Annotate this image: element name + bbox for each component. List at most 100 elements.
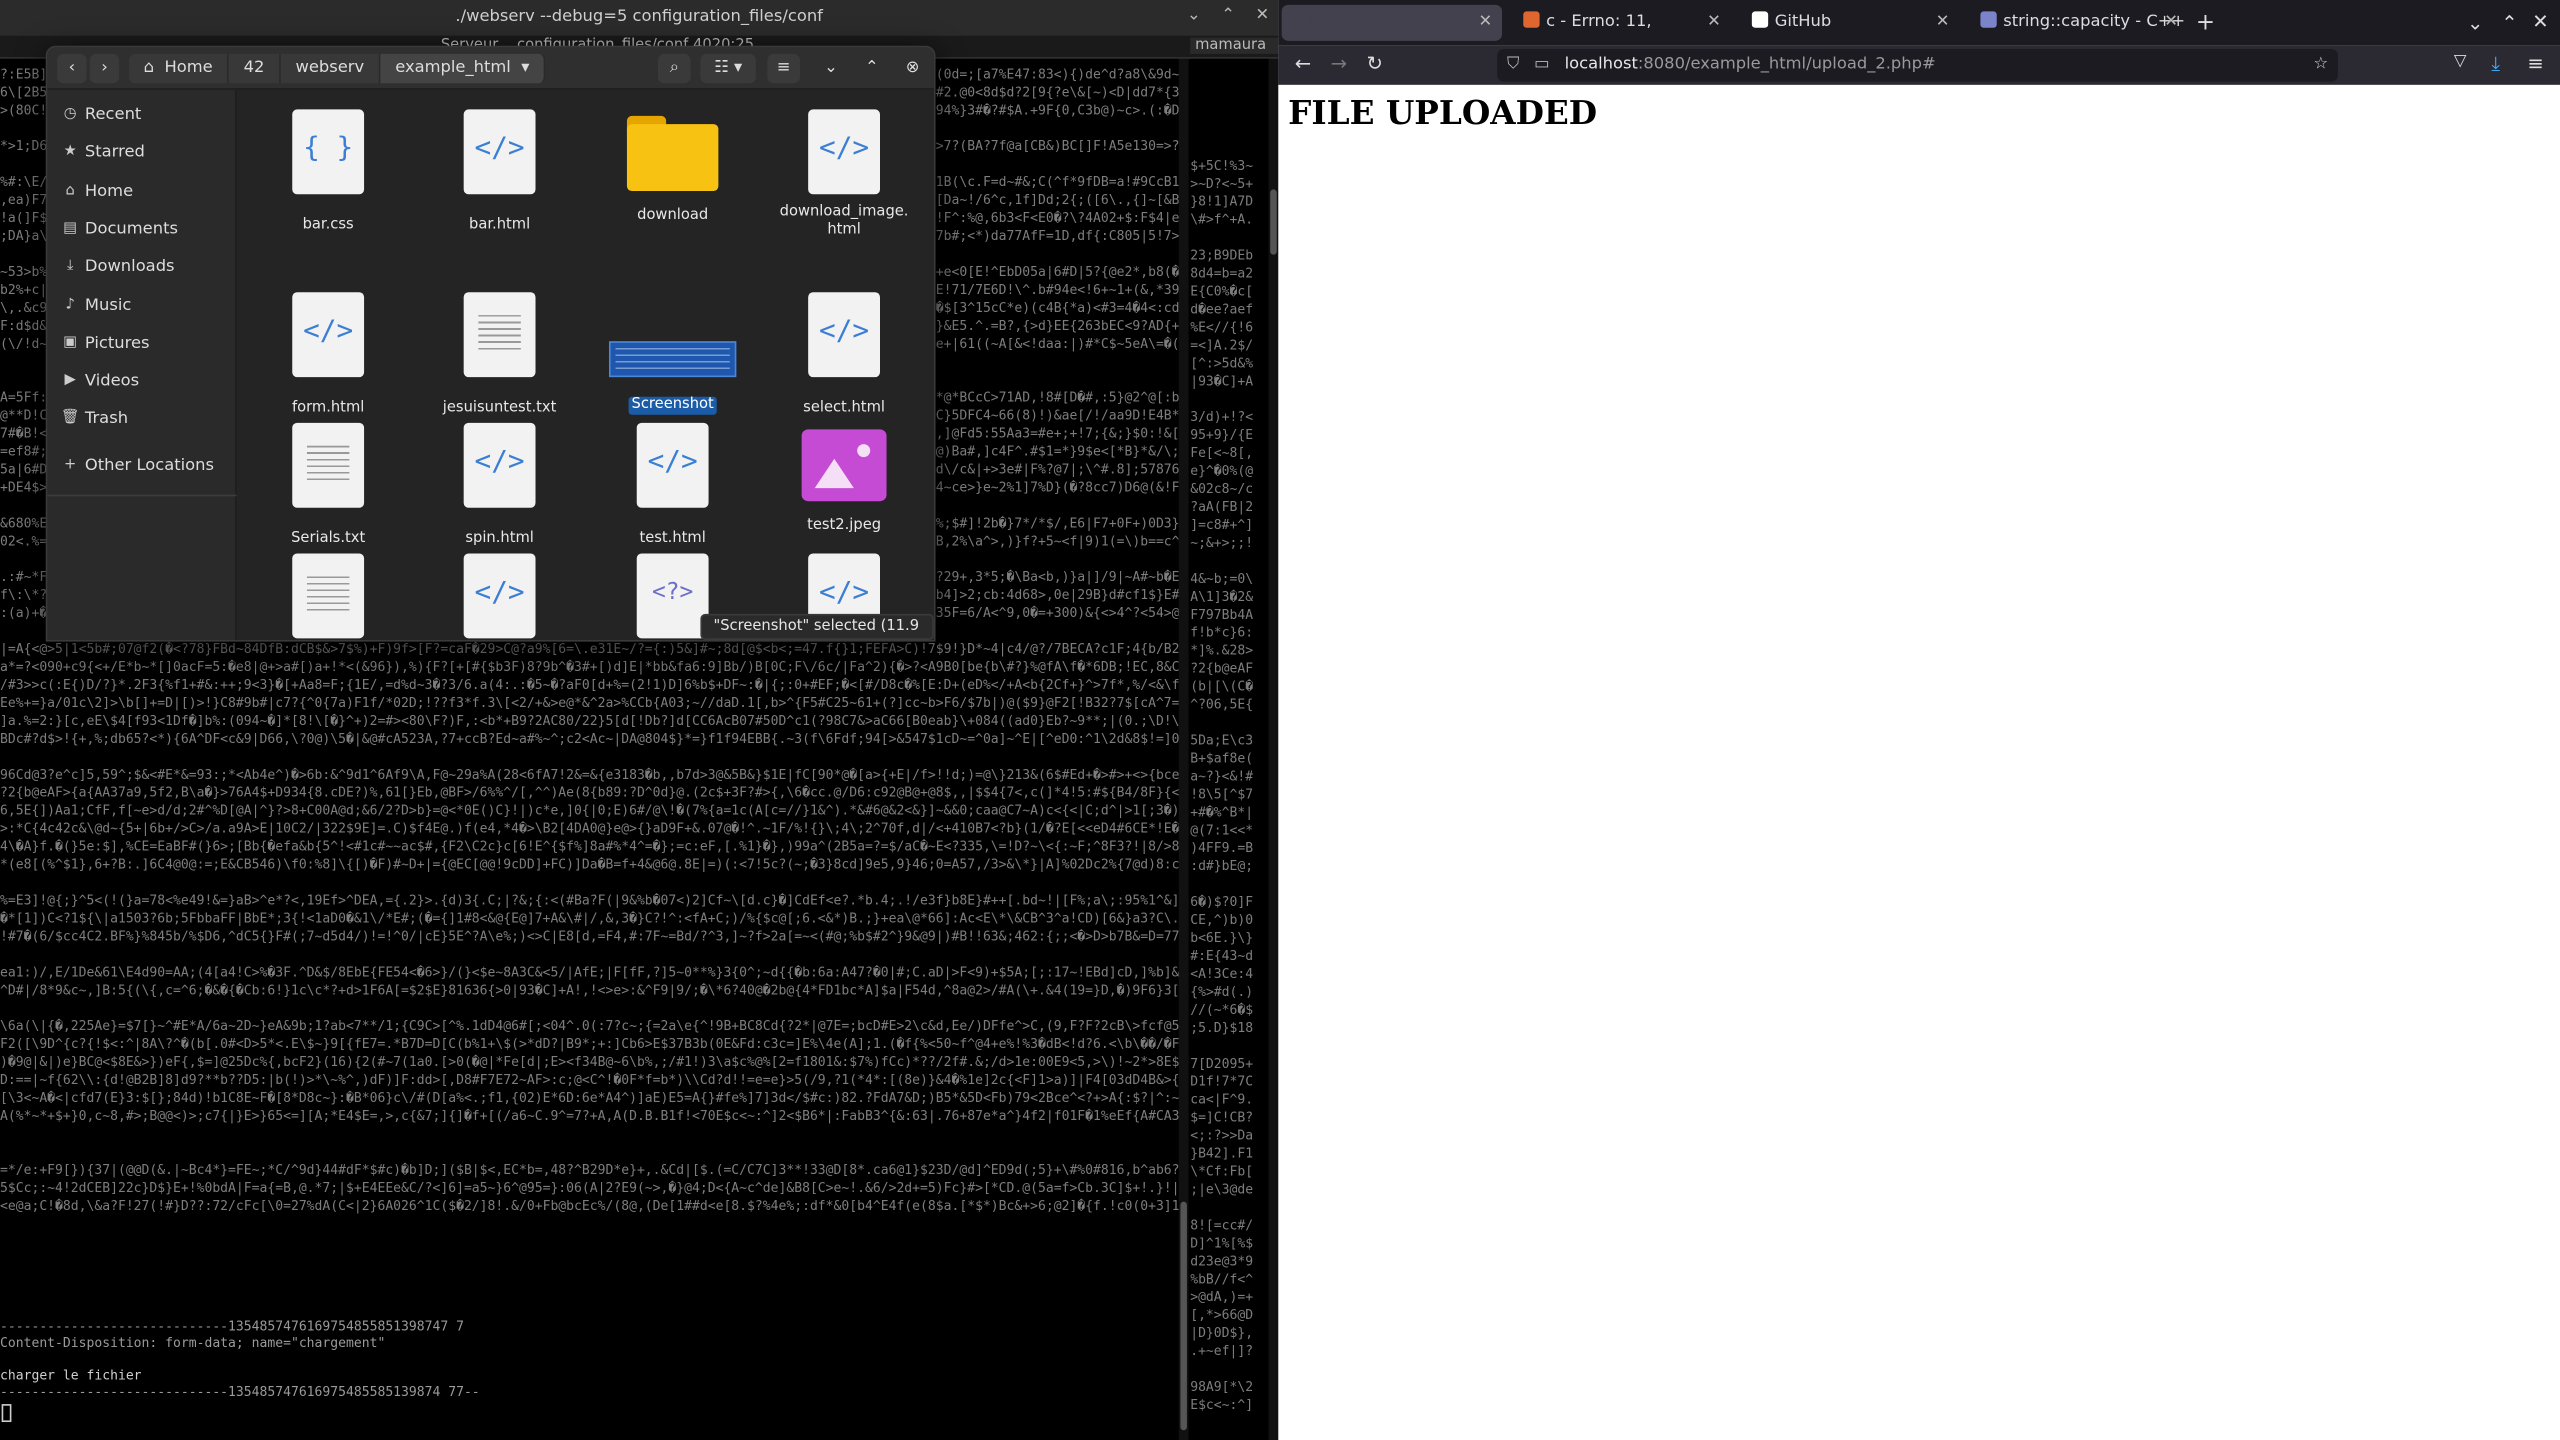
close-tab-icon[interactable]: ✕	[1707, 5, 1721, 41]
page-heading: FILE UPLOADED	[1288, 93, 1598, 133]
screenshot-thumbnail	[608, 341, 737, 378]
file-item[interactable]: </> spin.html	[418, 422, 581, 549]
close-icon[interactable]: ✕	[1256, 7, 1270, 25]
sidebar-item-home[interactable]: ⌂ Home	[47, 175, 236, 211]
breadcrumb-example-html[interactable]: example_html ▾	[380, 53, 546, 84]
file-item[interactable]: </> bar.html	[418, 109, 581, 235]
terminal-line: -----------------------------13548574761…	[0, 1384, 480, 1400]
file-item[interactable]: Screenshot	[591, 292, 754, 415]
sidebar-item-pictures[interactable]: ▣ Pictures	[47, 327, 236, 363]
sidebar-item-label: Home	[84, 182, 134, 201]
downloads-icon[interactable]: ⤓	[2491, 52, 2500, 76]
terminal-right-output: $+5C!%3~ >~D?<~5+ }8!1]A7D \#>f^+A. 23;B…	[1190, 158, 1254, 1413]
terminal-tab-right[interactable]: mamaura	[1190, 37, 1279, 54]
close-tab-icon[interactable]: ✕	[2164, 5, 2178, 41]
file-item[interactable]: Serials.txt	[247, 422, 410, 549]
html-file-icon: </>	[463, 109, 536, 195]
file-item[interactable]: </> test.html	[591, 422, 754, 549]
back-icon[interactable]: ←	[1295, 52, 1311, 75]
reload-icon[interactable]: ↻	[1367, 52, 1383, 75]
file-manager-sidebar: ◷ Recent ★ Starred ⌂ Home ▤ Documents ⤓ Downloads…	[47, 89, 237, 640]
close-icon[interactable]: ⊗	[900, 54, 926, 83]
browser-tab[interactable]: string::capacity - C++ Ref✕	[1967, 5, 2187, 67]
file-item[interactable]: </> download_image. html	[762, 109, 925, 240]
sidebar-item-downloads[interactable]: ⤓ Downloads	[47, 250, 236, 286]
browser-tab[interactable]: GitHub ✕	[1739, 5, 1959, 41]
pictures-icon: ▣	[63, 334, 78, 352]
terminal-scrollbar[interactable]	[1178, 58, 1189, 1440]
text-file-icon	[292, 553, 365, 639]
file-item[interactable]: download	[591, 109, 754, 225]
close-icon[interactable]: ✕	[2532, 10, 2548, 33]
tab-list-icon[interactable]: ⌄	[2467, 11, 2483, 34]
minimize-icon[interactable]: ⌄	[1187, 7, 1201, 25]
maximize-icon[interactable]: ⌃	[859, 54, 885, 83]
forward-button[interactable]: ›	[89, 53, 120, 84]
sidebar-item-label: Documents	[84, 220, 179, 239]
favicon-icon	[1523, 11, 1540, 28]
shield-icon[interactable]: ⛉	[1507, 56, 1519, 74]
bookmark-star-icon[interactable]: ☆	[2314, 49, 2329, 82]
breadcrumb-42[interactable]: 42	[228, 53, 281, 84]
breadcrumb-home[interactable]: ⌂ Home	[128, 53, 229, 84]
file-name: form.html	[291, 399, 365, 417]
file-item[interactable]: </>	[418, 553, 581, 640]
sidebar-item-other-locations[interactable]: + Other Locations	[47, 449, 236, 485]
search-icon[interactable]: ⌕	[657, 53, 691, 84]
sidebar-item-label: Downloads	[84, 257, 175, 276]
text-file-icon	[292, 422, 365, 508]
terminal-titlebar: ./webserv --debug=5 configuration_files/…	[0, 0, 1279, 36]
terminal-right-pane[interactable]: $+5C!%3~ >~D?<~5+ }8!1]A7D \#>f^+A. 23;B…	[1190, 58, 1269, 1440]
terminal-title: ./webserv --debug=5 configuration_files/…	[455, 8, 823, 27]
home-icon: ⌂	[65, 182, 75, 200]
file-item[interactable]: </> select.html	[762, 292, 925, 418]
browser-window: + ⌄ ⌃ ✕ localhost:8080/example_htm✕c - E…	[1278, 0, 2560, 1440]
browser-tab[interactable]: c - Errno: 11, Resource Te✕	[1510, 5, 1730, 67]
close-tab-icon[interactable]: ✕	[1936, 5, 1950, 41]
maximize-icon[interactable]: ⌃	[1221, 7, 1235, 25]
sidebar-item-label: Pictures	[84, 334, 150, 353]
terminal-cursor	[1, 1404, 12, 1423]
file-name: Serials.txt	[291, 530, 366, 547]
file-name: Screenshot	[628, 396, 718, 415]
menu-icon[interactable]: ≡	[2527, 52, 2543, 75]
menu-icon[interactable]: ≡	[767, 53, 800, 84]
url-bar[interactable]: ⛉ ▭ localhost:8080/example_html/upload_2…	[1497, 48, 2338, 82]
file-item[interactable]	[247, 553, 410, 640]
image-file-icon	[801, 429, 887, 502]
pocket-icon[interactable]: ▽	[2454, 52, 2467, 70]
terminal-right-scrollbar[interactable]	[1268, 58, 1279, 1440]
maximize-icon[interactable]: ⌃	[2501, 11, 2517, 34]
selection-status: "Screenshot" selected (11.9 kB)	[700, 613, 934, 640]
music-icon: ♪	[65, 297, 75, 314]
browser-tab[interactable]: localhost:8080/example_htm✕	[1281, 4, 1532, 67]
sidebar-item-documents[interactable]: ▤ Documents	[47, 212, 236, 248]
file-item[interactable]: { } bar.css	[247, 109, 410, 235]
file-item[interactable]: jesuisuntest.txt	[418, 292, 581, 418]
file-item[interactable]: </> form.html	[247, 292, 410, 418]
file-name: select.html	[803, 399, 885, 417]
file-name: download_image. html	[779, 204, 909, 239]
file-item[interactable]: test2.jpeg	[762, 423, 925, 536]
sidebar-item-videos[interactable]: ▶ Videos	[47, 364, 236, 400]
minimize-icon[interactable]: ⌄	[818, 54, 844, 83]
browser-tab-strip: + ⌄ ⌃ ✕ localhost:8080/example_htm✕c - E…	[1278, 0, 2560, 67]
sidebar-item-label: Starred	[84, 143, 145, 162]
sidebar-item-label: Recent	[84, 106, 142, 125]
sidebar-item-starred[interactable]: ★ Starred	[47, 136, 236, 172]
view-options-button[interactable]: ☷ ▾	[700, 53, 756, 84]
page-info-icon[interactable]: ▭	[1534, 56, 1549, 74]
back-button[interactable]: ‹	[57, 53, 87, 84]
sidebar-item-recent[interactable]: ◷ Recent	[47, 98, 236, 134]
sidebar-item-music[interactable]: ♪ Music	[47, 289, 236, 325]
close-tab-icon[interactable]: ✕	[1479, 5, 1493, 41]
file-grid: { } bar.css </> bar.html download </> download…	[236, 89, 934, 640]
favicon-icon	[1294, 11, 1312, 28]
forward-icon[interactable]: →	[1331, 52, 1347, 75]
sidebar-item-label: Music	[84, 297, 132, 316]
file-name: download	[637, 207, 709, 224]
php-file-icon: <?>	[636, 553, 709, 639]
sidebar-item-trash[interactable]: 🗑 Trash	[47, 402, 236, 438]
new-tab-button[interactable]: +	[2196, 10, 2215, 36]
breadcrumb-webserv[interactable]: webserv	[280, 53, 381, 84]
